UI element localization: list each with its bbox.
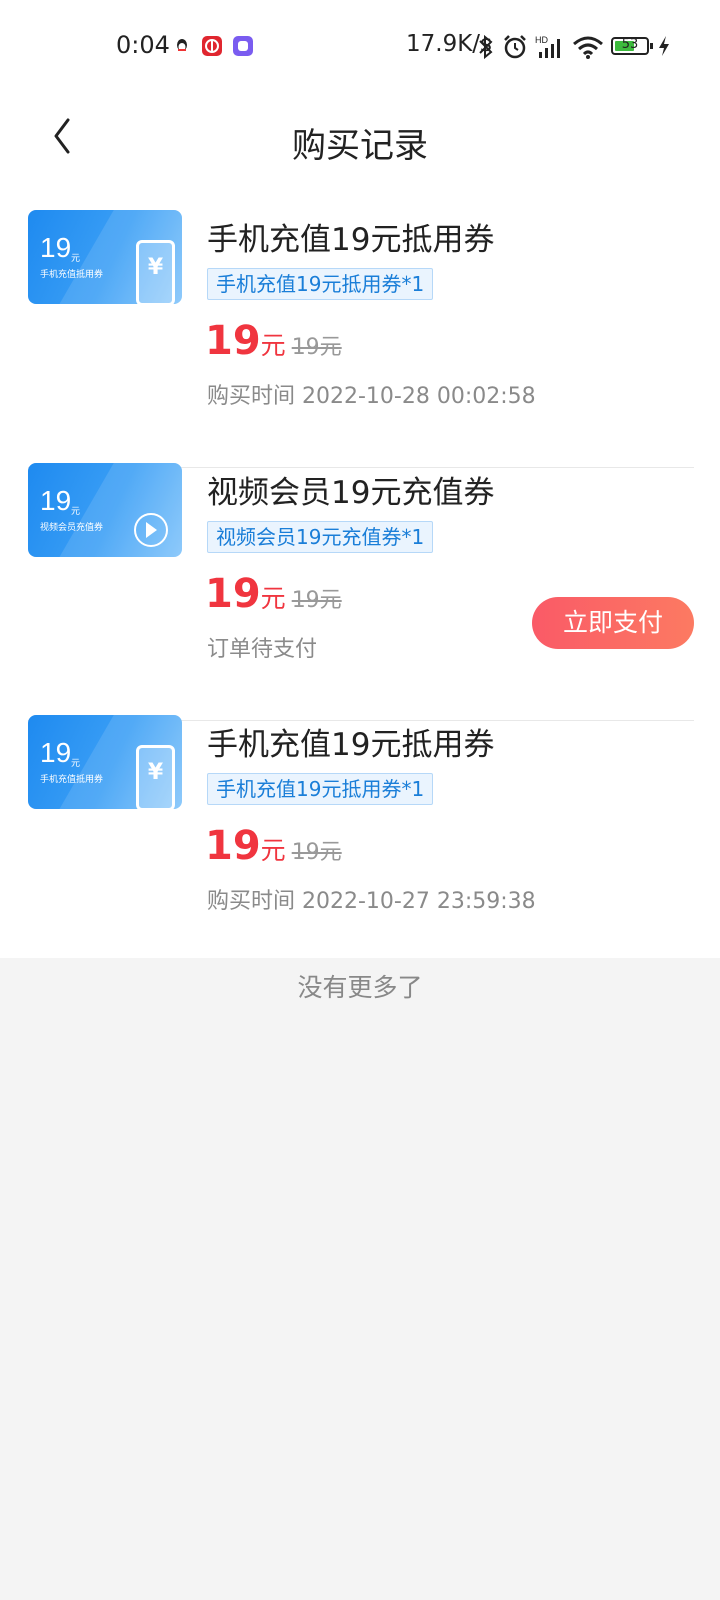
- order-price: 19元 19元: [205, 571, 342, 617]
- phone-yen-icon: ¥: [136, 240, 175, 304]
- coupon-thumbnail: 19 元 手机充值抵用券 ¥: [28, 210, 182, 304]
- thumb-amount: 19: [40, 485, 72, 516]
- wifi-icon: [573, 36, 603, 59]
- order-tag: 手机充值19元抵用券*1: [207, 773, 434, 805]
- coupon-thumbnail: 19 元 视频会员充值券: [28, 463, 182, 557]
- purchase-time: 购买时间 2022-10-28 00:02:58: [207, 384, 536, 409]
- original-price: 19元: [291, 588, 342, 613]
- order-title: 手机充值19元抵用券: [207, 727, 495, 763]
- svg-text:HD: HD: [535, 35, 548, 45]
- qq-icon: [172, 36, 192, 56]
- phone-yen-icon: ¥: [136, 745, 175, 809]
- play-icon: [134, 513, 168, 547]
- price-value: 19: [205, 571, 261, 617]
- signal-icon: HD: [535, 35, 560, 58]
- thumb-unit: 元: [71, 759, 81, 769]
- price-unit: 元: [260, 584, 286, 613]
- order-card[interactable]: 19 元 手机充值抵用券 ¥ 手机充值19元抵用券 手机充值19元抵用券*1 1…: [28, 210, 694, 468]
- thumb-unit: 元: [71, 254, 81, 264]
- order-tag: 手机充值19元抵用券*1: [207, 268, 434, 300]
- battery-icon: 53: [611, 37, 653, 55]
- no-more-text: 没有更多了: [297, 973, 423, 1002]
- app-purple-icon: [233, 36, 253, 56]
- thumb-amount: 19: [40, 232, 72, 263]
- battery-level: 53: [621, 37, 639, 52]
- thumb-amount: 19: [40, 737, 72, 768]
- page-title: 购买记录: [292, 126, 428, 166]
- order-price: 19元 19元: [205, 318, 342, 364]
- order-status: 订单待支付: [207, 637, 318, 662]
- price-unit: 元: [260, 836, 286, 865]
- status-bar: 0:04 17.9K/s HD 53: [0, 0, 720, 96]
- price-value: 19: [205, 823, 261, 869]
- status-time: 0:04: [116, 31, 170, 59]
- order-tag: 视频会员19元充值券*1: [207, 521, 434, 553]
- pay-now-button[interactable]: 立即支付: [532, 597, 694, 649]
- alarm-icon: [504, 35, 526, 59]
- thumb-subtitle: 手机充值抵用券: [40, 775, 104, 785]
- order-price: 19元 19元: [205, 823, 342, 869]
- original-price: 19元: [291, 335, 342, 360]
- purchase-time: 购买时间 2022-10-27 23:59:38: [207, 889, 536, 914]
- charging-icon: [659, 36, 669, 56]
- order-card[interactable]: 19 元 视频会员充值券 视频会员19元充值券 视频会员19元充值券*1 19元…: [28, 463, 694, 721]
- thumb-unit: 元: [71, 507, 81, 517]
- order-card[interactable]: 19 元 手机充值抵用券 ¥ 手机充值19元抵用券 手机充值19元抵用券*1 1…: [28, 715, 694, 973]
- price-unit: 元: [260, 331, 286, 360]
- thumb-subtitle: 手机充值抵用券: [40, 270, 104, 280]
- app-red-icon: [202, 36, 222, 56]
- order-title: 视频会员19元充值券: [207, 475, 495, 511]
- coupon-thumbnail: 19 元 手机充值抵用券 ¥: [28, 715, 182, 809]
- thumb-subtitle: 视频会员充值券: [40, 523, 104, 533]
- bluetooth-icon: [479, 34, 493, 60]
- original-price: 19元: [291, 840, 342, 865]
- price-value: 19: [205, 318, 261, 364]
- order-title: 手机充值19元抵用券: [207, 222, 495, 258]
